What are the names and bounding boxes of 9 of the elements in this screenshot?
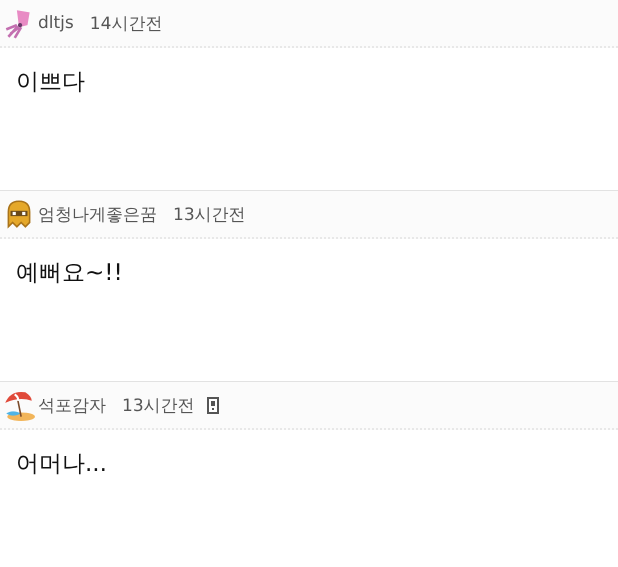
author-name[interactable]: 석포감자 [38,394,106,416]
author-name[interactable]: 엄청나게좋은꿈 [38,202,157,226]
comment-text: 이쁘다 [15,68,86,97]
author-name[interactable]: dltjs [38,13,74,33]
comment-time: 13시간전 [173,204,246,226]
comment-time: 13시간전 [122,394,195,416]
comment-text: 어머나... [15,450,108,479]
comment-time: 14시간전 [90,12,162,34]
comment-text: 예뻐요~!! [15,259,124,288]
